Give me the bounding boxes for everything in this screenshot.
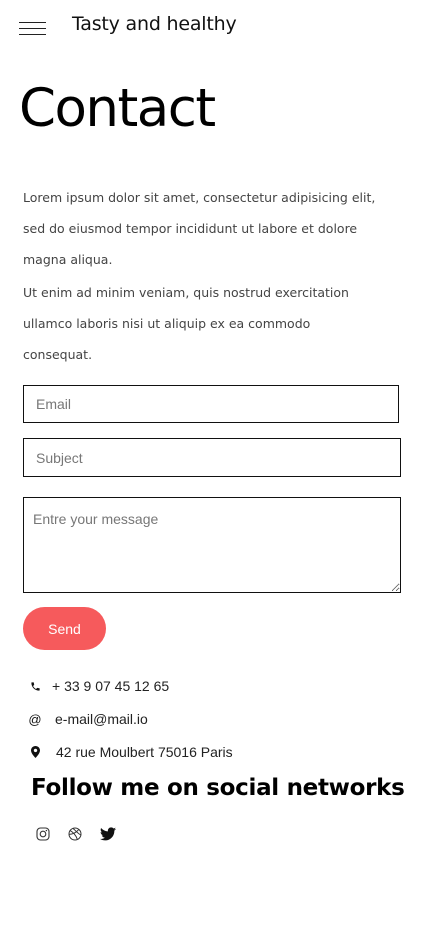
contact-address: 42 rue Moulbert 75016 Paris [28,742,233,762]
email-address[interactable]: e-mail@mail.io [55,711,148,727]
contact-phone: + 33 9 07 45 12 65 [28,676,169,696]
at-sign-icon: @ [28,711,42,727]
intro-paragraph-1: Lorem ipsum dolor sit amet, consectetur … [23,190,376,267]
map-pin-icon [28,746,42,758]
instagram-icon[interactable] [35,826,51,842]
page-title: Contact [19,78,216,139]
phone-icon [28,681,42,692]
social-heading: Follow me on social networks [31,775,405,801]
phone-number: + 33 9 07 45 12 65 [52,678,170,694]
hamburger-menu-icon[interactable] [19,22,46,36]
send-button[interactable]: Send [23,607,106,650]
contact-email: @ e-mail@mail.io [28,709,148,729]
brand-title: Tasty and healthy [72,13,237,35]
twitter-icon[interactable] [100,826,116,842]
dribbble-icon[interactable] [67,826,83,842]
subject-field[interactable] [23,438,401,477]
address-text: 42 rue Moulbert 75016 Paris [56,744,233,760]
intro-text: Lorem ipsum dolor sit amet, consectetur … [23,182,383,370]
email-field[interactable] [23,385,399,423]
intro-paragraph-2: Ut enim ad minim veniam, quis nostrud ex… [23,285,349,362]
message-textarea[interactable] [23,497,401,593]
top-bar: Tasty and healthy [0,0,428,56]
